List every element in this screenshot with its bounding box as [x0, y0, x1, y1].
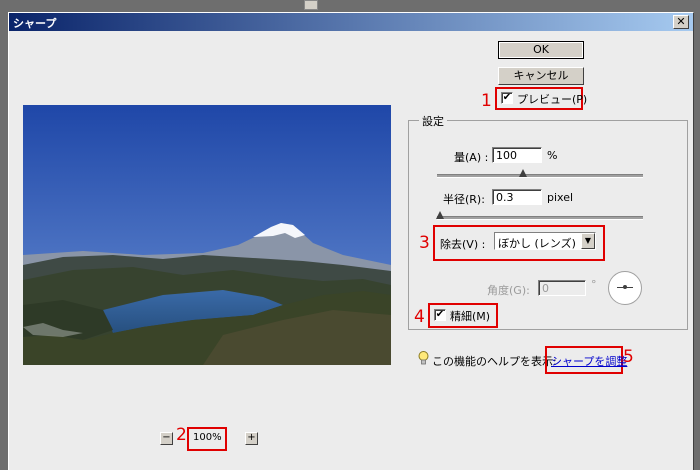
radius-input[interactable]: 0.3 [492, 189, 542, 205]
radius-label: 半径(R): [443, 193, 485, 206]
remove-select[interactable]: ぼかし (レンズ) ▼ [494, 232, 596, 250]
title-bar: シャープ ✕ [9, 13, 693, 31]
more-accurate-label: 精細(M) [450, 310, 491, 323]
radius-slider-track[interactable] [437, 216, 643, 220]
radius-slider-thumb[interactable] [436, 211, 444, 219]
amount-unit: % [547, 149, 558, 162]
annotation-number-1: 1 [481, 91, 492, 111]
help-text: この機能のヘルプを表示: [432, 355, 557, 368]
radius-unit: pixel [547, 191, 574, 204]
annotation-number-2: 2 [176, 425, 187, 445]
zoom-out-button[interactable]: − [160, 432, 173, 445]
landscape-image [23, 105, 391, 365]
amount-input[interactable]: 100 [492, 147, 542, 163]
angle-unit: ° [591, 278, 597, 291]
preview-label: プレビュー(P) [517, 93, 588, 106]
annotation-number-5: 5 [623, 347, 634, 367]
more-accurate-checkbox[interactable]: ✔ [434, 309, 446, 321]
annotation-number-4: 4 [414, 307, 425, 327]
annotation-number-3: 3 [419, 233, 430, 253]
preview-checkbox[interactable]: ✔ [501, 92, 513, 104]
chevron-down-icon[interactable]: ▼ [581, 233, 595, 249]
help-link[interactable]: シャープを調整 [551, 353, 627, 369]
close-button[interactable]: ✕ [673, 15, 689, 29]
window-title: シャープ [13, 17, 57, 30]
amount-label: 量(A) : [454, 151, 489, 164]
ok-button[interactable]: OK [498, 41, 584, 59]
amount-slider-thumb[interactable] [519, 169, 527, 177]
zoom-level: 100% [193, 432, 222, 443]
angle-input[interactable]: 0 [538, 280, 586, 296]
amount-slider-track[interactable] [437, 174, 643, 178]
angle-label: 角度(G): [487, 284, 530, 297]
zoom-in-button[interactable]: + [245, 432, 258, 445]
angle-dial[interactable] [608, 271, 642, 305]
settings-group-label: 設定 [419, 113, 447, 129]
background-button [304, 0, 318, 10]
sharpen-dialog: シャープ ✕ OK キャンセル 1 ✔ プレビュー(P) 設定 量(A): 1… [8, 12, 694, 470]
remove-label: 除去(V) : [440, 238, 486, 251]
cancel-button[interactable]: キャンセル [498, 67, 584, 85]
lightbulb-icon [418, 351, 429, 365]
angle-dial-center [623, 285, 627, 289]
remove-select-value: ぼかし (レンズ) [498, 237, 576, 250]
preview-image [23, 105, 391, 365]
